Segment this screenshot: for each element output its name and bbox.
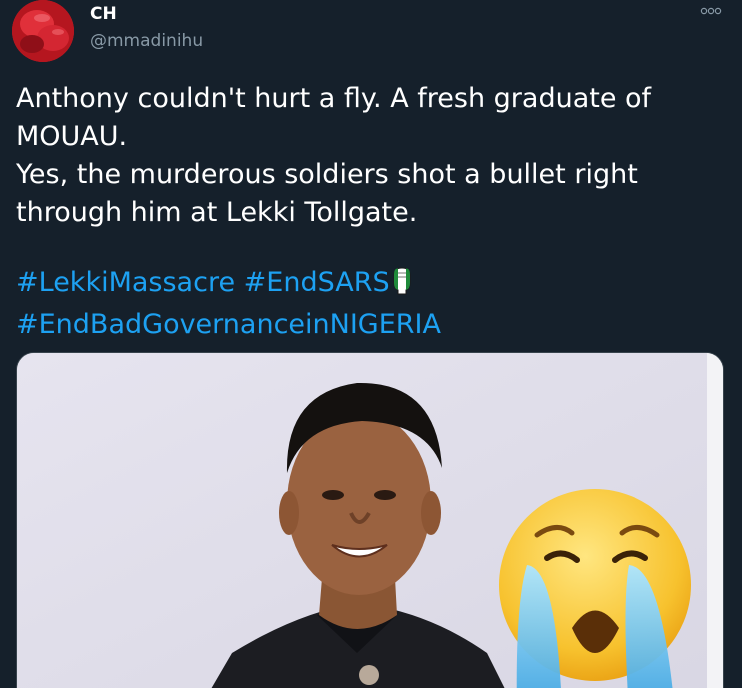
- tweet[interactable]: CH @mmadinihu Anthony couldn't hurt a fl…: [0, 0, 742, 688]
- raised-fist-flag-icon: [390, 265, 414, 306]
- hashtag-link[interactable]: #EndBadGovernanceinNIGERIA: [16, 309, 441, 340]
- hashtag-link[interactable]: #EndSARS: [244, 267, 390, 298]
- photo-of-young-man-with-crying-emoji-icon: [17, 353, 723, 688]
- author-name[interactable]: CH: [90, 4, 117, 24]
- hashtag-link[interactable]: #LekkiMassacre: [16, 267, 235, 298]
- author-avatar[interactable]: [12, 0, 74, 62]
- author-handle[interactable]: @mmadinihu: [90, 31, 203, 51]
- tweet-text-line: Yes, the murderous soldiers shot a bulle…: [16, 159, 638, 228]
- tweet-text-line: Anthony couldn't hurt a fly. A fresh gra…: [16, 83, 652, 152]
- more-options-icon[interactable]: [700, 4, 722, 20]
- boxing-glove-icon: [12, 0, 74, 62]
- tweet-text: Anthony couldn't hurt a fly. A fresh gra…: [16, 80, 726, 232]
- tweet-media-image[interactable]: [16, 352, 724, 688]
- hashtag-block: #LekkiMassacre #EndSARS #EndBadGovernanc…: [16, 264, 726, 344]
